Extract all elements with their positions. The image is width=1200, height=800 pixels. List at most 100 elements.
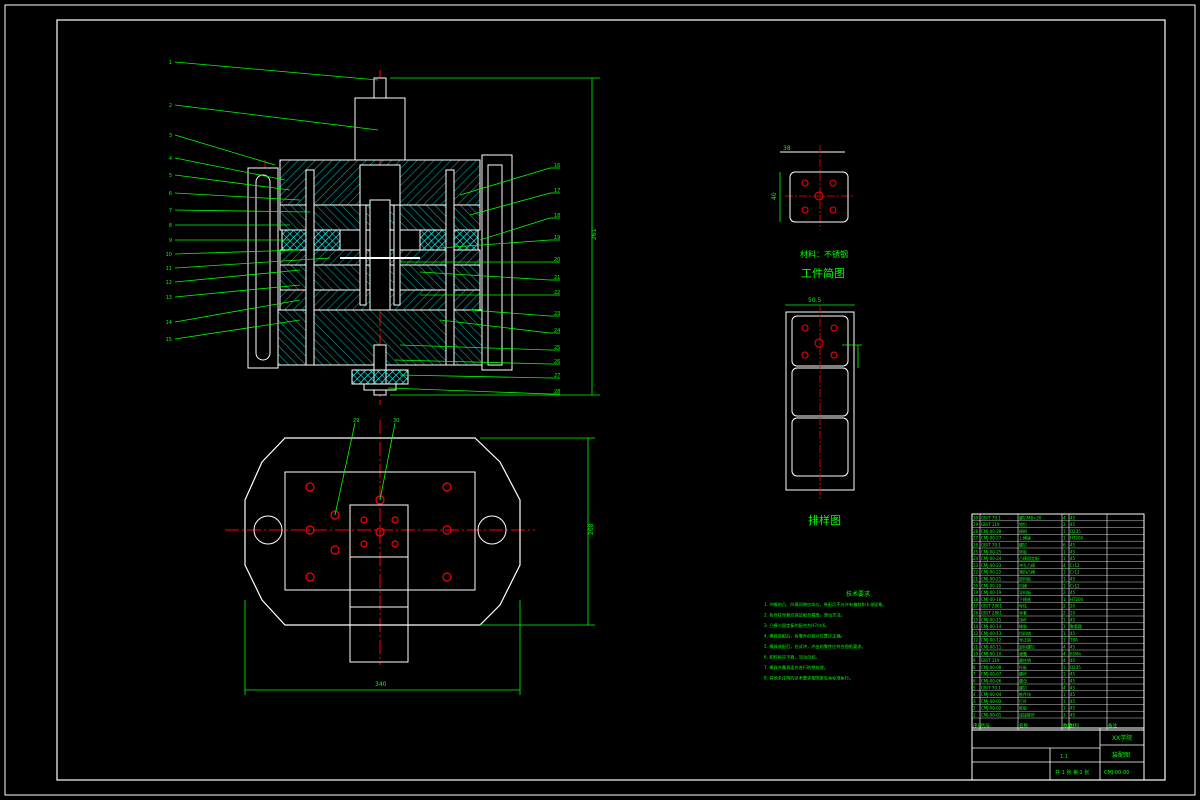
bom-cell: 6 bbox=[973, 679, 976, 684]
dim-plan-width: 340 bbox=[375, 681, 387, 688]
plan-view: 340 208 bbox=[225, 420, 595, 695]
bom-cell: CMJ-00-18 bbox=[981, 597, 1002, 602]
strip-title: 排样图 bbox=[808, 513, 841, 527]
bom-cell: 顶杆 bbox=[1019, 616, 1027, 622]
tech-req-line: 8. 其他未注明的技术要求按国家有关标准执行。 bbox=[764, 675, 853, 682]
bom-cell: 凹模 bbox=[1019, 582, 1027, 588]
bom-cell: 45 bbox=[1070, 617, 1076, 622]
bom-cell: 29 bbox=[973, 522, 979, 527]
workpiece-title: 工件简图 bbox=[801, 266, 845, 280]
bom-cell: 螺杆 bbox=[1019, 671, 1027, 677]
callout-9: 9 bbox=[169, 238, 172, 244]
lower-base-outline bbox=[244, 437, 521, 626]
bom-cell: 4 bbox=[1063, 651, 1066, 656]
bom-cell: CMJ-00-06 bbox=[981, 679, 1002, 684]
cad-drawing-canvas: 123456789101112131415 161718192021222324… bbox=[4, 4, 1196, 796]
bom-cell: 3 bbox=[1063, 713, 1066, 718]
bom-cell: CMJ-00-22 bbox=[981, 570, 1002, 575]
bom-cell: 5 bbox=[973, 685, 976, 690]
bom-cell: 27 bbox=[973, 536, 979, 541]
bom-cell: 14 bbox=[973, 624, 979, 629]
bom-cell: CMJ-00-02 bbox=[981, 706, 1002, 711]
callout-22: 22 bbox=[554, 290, 560, 296]
bom-cell: 1 bbox=[1063, 529, 1066, 534]
bom-cell: 托板 bbox=[1019, 664, 1027, 670]
bom-cell: 24 bbox=[973, 556, 979, 561]
callout-3: 3 bbox=[169, 133, 172, 139]
bom-cell: 1 bbox=[1063, 672, 1066, 677]
bom-cell: 65Mn bbox=[1070, 651, 1082, 656]
bom-cell: CMJ-00-14 bbox=[981, 624, 1002, 629]
bom-cell: 4 bbox=[1063, 685, 1066, 690]
bom-cell: 聚氨酯 bbox=[1070, 623, 1082, 629]
section-view bbox=[247, 70, 513, 405]
bom-cell: GB/T 70.1 bbox=[981, 685, 1001, 690]
strip-channel-1 bbox=[349, 556, 409, 608]
callout-12: 12 bbox=[166, 280, 172, 286]
bom-cell: 45 bbox=[1070, 577, 1076, 582]
bom-cell: 1 bbox=[1063, 706, 1066, 711]
bom-cell: 45 bbox=[1070, 515, 1076, 520]
bom-cell: 9 bbox=[973, 658, 976, 663]
bom-cell: CMJ-00-03 bbox=[981, 699, 1002, 704]
bom-cell: 20 bbox=[1070, 604, 1076, 609]
tech-req-line: 4. 模具装配后，各零件的相对位置应正确。 bbox=[764, 633, 845, 640]
bom-cell: 18 bbox=[973, 597, 979, 602]
bom-cell: 45 bbox=[1070, 672, 1076, 677]
piercing-punch-right bbox=[393, 204, 401, 306]
bom-cell: 橡胶 bbox=[1019, 623, 1027, 629]
bom-cell: 45 bbox=[1070, 679, 1076, 684]
bom-cell: CMJ-00-19 bbox=[981, 590, 1002, 595]
callout-30: 30 bbox=[393, 418, 399, 424]
bom-cell: 1 bbox=[1063, 570, 1066, 575]
bom-cell: 1 bbox=[1063, 536, 1066, 541]
screw-right bbox=[445, 169, 455, 366]
callout-24: 24 bbox=[554, 328, 560, 334]
bom-cell: 1 bbox=[1063, 617, 1066, 622]
callout-5: 5 bbox=[169, 173, 172, 179]
callout-25: 25 bbox=[554, 345, 560, 351]
callout-14: 14 bbox=[166, 320, 172, 326]
bom-cell: 15 bbox=[973, 617, 979, 622]
callout-13: 13 bbox=[166, 295, 172, 301]
bom-cell: 26 bbox=[973, 543, 979, 548]
dim-part-height: 40 bbox=[771, 192, 778, 200]
bom-cell: HT200 bbox=[1070, 536, 1084, 541]
bom-cell: CMJ-00-13 bbox=[981, 631, 1002, 636]
bom-cell: CMJ-00-04 bbox=[981, 692, 1002, 697]
bom-cell: 1 bbox=[1063, 638, 1066, 643]
bom-cell: 22 bbox=[973, 570, 979, 575]
bom-cell: Cr12 bbox=[1070, 583, 1080, 588]
bom-cell: GB/T 70.1 bbox=[981, 543, 1001, 548]
bom-cell: CMJ-00-07 bbox=[981, 672, 1002, 677]
bom-cell: 连接推杆 bbox=[1019, 712, 1035, 718]
bom-cell: 圆柱销 bbox=[1019, 657, 1031, 663]
tech-req-line: 7. 模具外露表面应进行防锈处理。 bbox=[764, 664, 828, 671]
bom-cell: 45 bbox=[1070, 522, 1076, 527]
bom-cell: 2 bbox=[1063, 590, 1066, 595]
bom-cell: 导柱 bbox=[1019, 603, 1027, 609]
upper-center-cavity bbox=[359, 164, 401, 206]
callout-7: 7 bbox=[169, 208, 172, 214]
callout-4: 4 bbox=[169, 156, 172, 162]
dim-plan-depth: 208 bbox=[588, 523, 595, 535]
strip-channel-2 bbox=[349, 606, 409, 663]
bom-cell: 卸料板 bbox=[1019, 576, 1031, 582]
bom-cell: 1 bbox=[1063, 624, 1066, 629]
piercing-punch-left bbox=[359, 204, 367, 306]
bom-cell: 45 bbox=[1070, 706, 1076, 711]
callout-2: 2 bbox=[169, 103, 172, 109]
ejector-rod-top bbox=[373, 77, 387, 99]
bom-cell: 推件块 bbox=[1019, 691, 1031, 697]
callouts-plan: 29 30 bbox=[334, 418, 399, 516]
bom-cell: 8 bbox=[973, 665, 976, 670]
bom-cell: 45 bbox=[1070, 699, 1076, 704]
guide-pillar-right bbox=[487, 164, 503, 366]
callout-28: 28 bbox=[554, 389, 560, 395]
bom-cell: 挡料销 bbox=[1019, 630, 1031, 636]
bom-cell: 导料板 bbox=[1019, 589, 1031, 595]
bom-cell: 28 bbox=[973, 529, 979, 534]
bom-cell: 21 bbox=[973, 577, 979, 582]
bom-cell: 4 bbox=[973, 692, 976, 697]
tech-req-line: 2. 各导柱导套应保证配合精度，滑动灵活。 bbox=[764, 612, 845, 619]
